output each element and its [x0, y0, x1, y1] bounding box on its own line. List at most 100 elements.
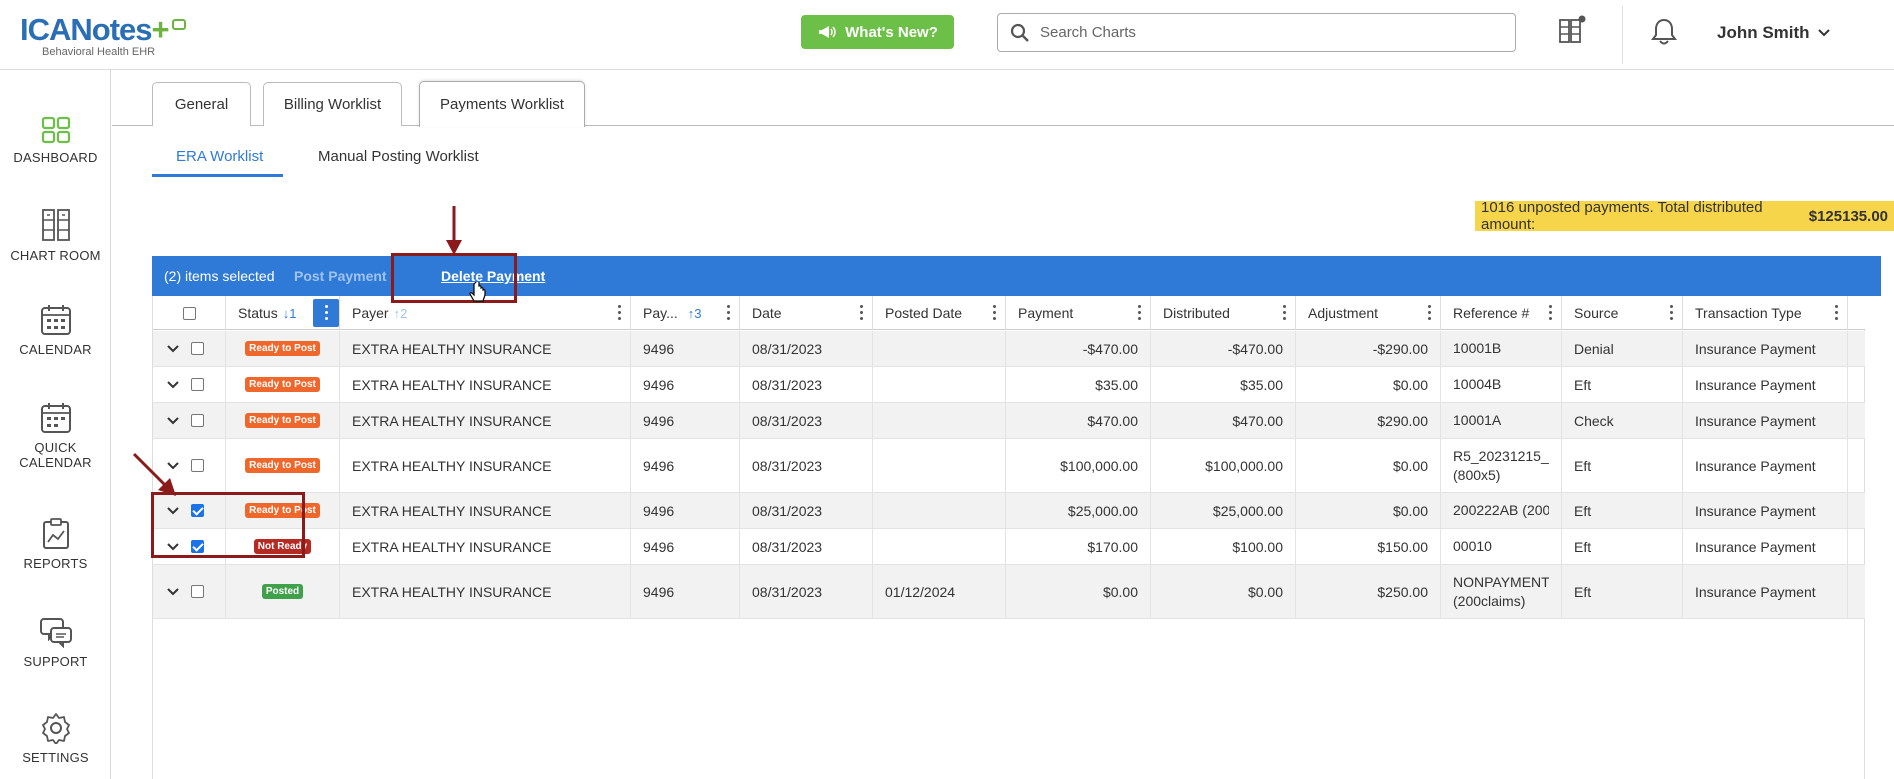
reference-value: 10004B — [1453, 376, 1502, 392]
sidebar-item-support[interactable]: SUPPORT — [0, 616, 111, 669]
payment-value: $0.00 — [1102, 583, 1138, 600]
search-charts-box[interactable] — [997, 13, 1516, 52]
date-value: 08/31/2023 — [752, 376, 823, 393]
date-column-menu-icon[interactable] — [860, 305, 864, 321]
transaction-type-column-menu-icon[interactable] — [1835, 305, 1839, 321]
payment-value: $170.00 — [1087, 538, 1138, 555]
cell-transaction-type: Insurance Payment — [1683, 565, 1848, 618]
table-row[interactable]: Not Ready EXTRA HEALTHY INSURANCE 9496 08/3… — [153, 529, 1865, 565]
column-adjustment[interactable]: Adjustment — [1296, 296, 1441, 330]
adjustment-value: $150.00 — [1377, 538, 1428, 555]
column-payer[interactable]: Payer ↑2 — [340, 296, 631, 330]
user-menu[interactable]: John Smith — [1717, 23, 1830, 43]
expand-row-chevron-icon[interactable] — [167, 416, 179, 425]
column-distributed-label: Distributed — [1163, 305, 1230, 321]
column-posted-date[interactable]: Posted Date — [873, 296, 1006, 330]
select-all-checkbox[interactable] — [182, 306, 196, 320]
date-value: 08/31/2023 — [752, 583, 823, 600]
post-payment-button[interactable]: Post Payment — [294, 268, 387, 284]
distributed-column-menu-icon[interactable] — [1283, 305, 1287, 321]
bell-icon[interactable] — [1650, 17, 1678, 47]
tab-billing-worklist[interactable]: Billing Worklist — [263, 82, 402, 126]
row-checkbox[interactable] — [191, 414, 204, 427]
adjustment-column-menu-icon[interactable] — [1428, 305, 1432, 321]
sidebar-item-dashboard[interactable]: DASHBOARD — [0, 116, 111, 165]
column-transaction-type[interactable]: Transaction Type — [1683, 296, 1848, 330]
row-checkbox[interactable] — [191, 585, 204, 598]
expand-row-chevron-icon[interactable] — [167, 506, 179, 515]
user-name: John Smith — [1717, 23, 1810, 42]
row-checkbox[interactable] — [191, 378, 204, 391]
expand-row-chevron-icon[interactable] — [167, 461, 179, 470]
reference-value-line2: (200claims) — [1453, 592, 1526, 609]
cell-transaction-type: Insurance Payment — [1683, 493, 1848, 528]
column-distributed[interactable]: Distributed — [1151, 296, 1296, 330]
chart-cabinet-icon[interactable] — [1557, 15, 1587, 45]
table-row[interactable]: Ready to Post EXTRA HEALTHY INSURANCE 9496… — [153, 331, 1865, 367]
payer-id-column-menu-icon[interactable] — [727, 305, 731, 321]
table-row[interactable]: Posted EXTRA HEALTHY INSURANCE 9496 08/31/2… — [153, 565, 1865, 619]
subtab-active-indicator — [152, 174, 283, 177]
sidebar-item-quick-calendar[interactable]: QUICK CALENDAR — [0, 402, 111, 470]
payer-id-value: 9496 — [643, 583, 675, 600]
whats-new-button[interactable]: What's New? — [801, 15, 954, 49]
sidebar-item-chart-room[interactable]: CHART ROOM — [0, 208, 111, 263]
cell-posted-date — [873, 331, 1006, 366]
icanotes-logo[interactable]: ICANotes+ Behavioral Health EHR — [20, 14, 187, 58]
status-badge: Ready to Post — [245, 377, 320, 392]
column-reference[interactable]: Reference # — [1441, 296, 1562, 330]
tab-payments-worklist[interactable]: Payments Worklist — [419, 81, 585, 127]
posted-date-column-menu-icon[interactable] — [993, 305, 997, 321]
cell-transaction-type: Insurance Payment — [1683, 529, 1848, 564]
table-row[interactable]: Ready to Post EXTRA HEALTHY INSURANCE 9496… — [153, 403, 1865, 439]
sidebar-item-calendar[interactable]: CALENDAR — [0, 304, 111, 357]
search-input[interactable] — [1040, 24, 1480, 41]
sidebar-item-reports[interactable]: REPORTS — [0, 518, 111, 571]
row-select-cell — [153, 331, 226, 366]
cell-reference: R5_20231215_18061 (800x5) — [1441, 439, 1562, 492]
row-checkbox[interactable] — [191, 459, 204, 472]
distributed-value: $100,000.00 — [1205, 457, 1283, 474]
expand-row-chevron-icon[interactable] — [167, 542, 179, 551]
status-column-menu-icon[interactable] — [313, 299, 339, 327]
payer-sort-indicator: ↑2 — [393, 305, 408, 321]
table-row[interactable]: Ready to Post EXTRA HEALTHY INSURANCE 9496… — [153, 493, 1865, 529]
delete-payment-button[interactable]: Delete Payment — [441, 268, 545, 284]
reference-value: 200222AB (200x1) — [1453, 502, 1549, 518]
expand-row-chevron-icon[interactable] — [167, 587, 179, 596]
cell-adjustment: $150.00 — [1296, 529, 1441, 564]
tab-general[interactable]: General — [152, 82, 251, 126]
cell-payer: EXTRA HEALTHY INSURANCE — [340, 331, 631, 366]
transaction-type-value: Insurance Payment — [1695, 457, 1816, 474]
expand-row-chevron-icon[interactable] — [167, 344, 179, 353]
selection-action-bar: (2) items selected Post Payment Delete P… — [152, 256, 1881, 296]
cell-payer-id: 9496 — [631, 529, 740, 564]
payer-id-value: 9496 — [643, 376, 675, 393]
distributed-value: -$470.00 — [1227, 340, 1283, 357]
source-column-menu-icon[interactable] — [1670, 305, 1674, 321]
sidebar: DASHBOARD CHART ROOM CALENDAR QUICK CALE… — [0, 70, 111, 779]
column-status[interactable]: Status ↓1 — [226, 296, 340, 330]
table-row[interactable]: Ready to Post EXTRA HEALTHY INSURANCE 9496… — [153, 367, 1865, 403]
payer-value: EXTRA HEALTHY INSURANCE — [352, 583, 552, 600]
row-checkbox[interactable] — [191, 540, 204, 553]
sidebar-item-settings[interactable]: SETTINGS — [0, 712, 111, 765]
table-row[interactable]: Ready to Post EXTRA HEALTHY INSURANCE 9496… — [153, 439, 1865, 493]
row-checkbox[interactable] — [191, 342, 204, 355]
subtab-era-worklist[interactable]: ERA Worklist — [176, 148, 263, 165]
cell-source: Eft — [1562, 529, 1683, 564]
status-sort-indicator: ↓1 — [282, 305, 297, 321]
transaction-type-value: Insurance Payment — [1695, 583, 1816, 600]
subtab-manual-posting-worklist[interactable]: Manual Posting Worklist — [318, 148, 479, 165]
row-select-cell — [153, 565, 226, 618]
calendar-icon — [40, 305, 71, 335]
reference-column-menu-icon[interactable] — [1549, 305, 1553, 321]
row-checkbox[interactable] — [191, 504, 204, 517]
payment-column-menu-icon[interactable] — [1138, 305, 1142, 321]
column-date[interactable]: Date — [740, 296, 873, 330]
expand-row-chevron-icon[interactable] — [167, 380, 179, 389]
column-source[interactable]: Source — [1562, 296, 1683, 330]
payer-column-menu-icon[interactable] — [618, 305, 622, 321]
column-payment[interactable]: Payment — [1006, 296, 1151, 330]
column-payer-id[interactable]: Pay... ↑3 — [631, 296, 740, 330]
